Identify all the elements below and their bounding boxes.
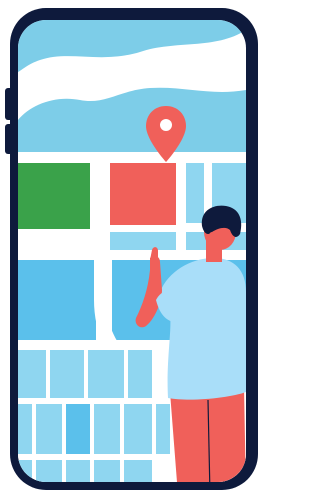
map-block-red <box>110 163 176 225</box>
map-block-light-1 <box>186 163 204 223</box>
phone-map-illustration <box>0 0 258 495</box>
map-block-blue-large <box>18 260 96 340</box>
phone-screen <box>18 20 246 482</box>
illustration-svg <box>5 8 258 490</box>
map-block-green <box>18 163 90 229</box>
map-grid-bottom <box>18 350 170 482</box>
map-block-light-3 <box>110 232 176 250</box>
person-shirt <box>160 258 246 400</box>
